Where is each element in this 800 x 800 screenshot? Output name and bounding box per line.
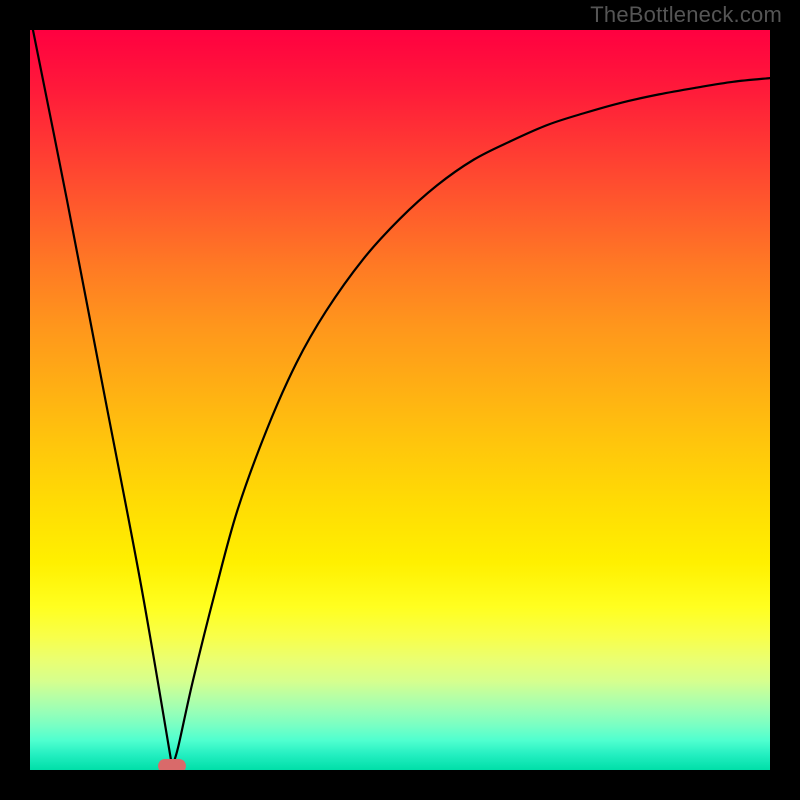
watermark-text: TheBottleneck.com <box>590 2 782 28</box>
minimum-marker <box>158 759 186 770</box>
curve-svg <box>30 30 770 770</box>
chart-container: TheBottleneck.com <box>0 0 800 800</box>
plot-area <box>30 30 770 770</box>
bottleneck-curve-path <box>30 30 770 766</box>
